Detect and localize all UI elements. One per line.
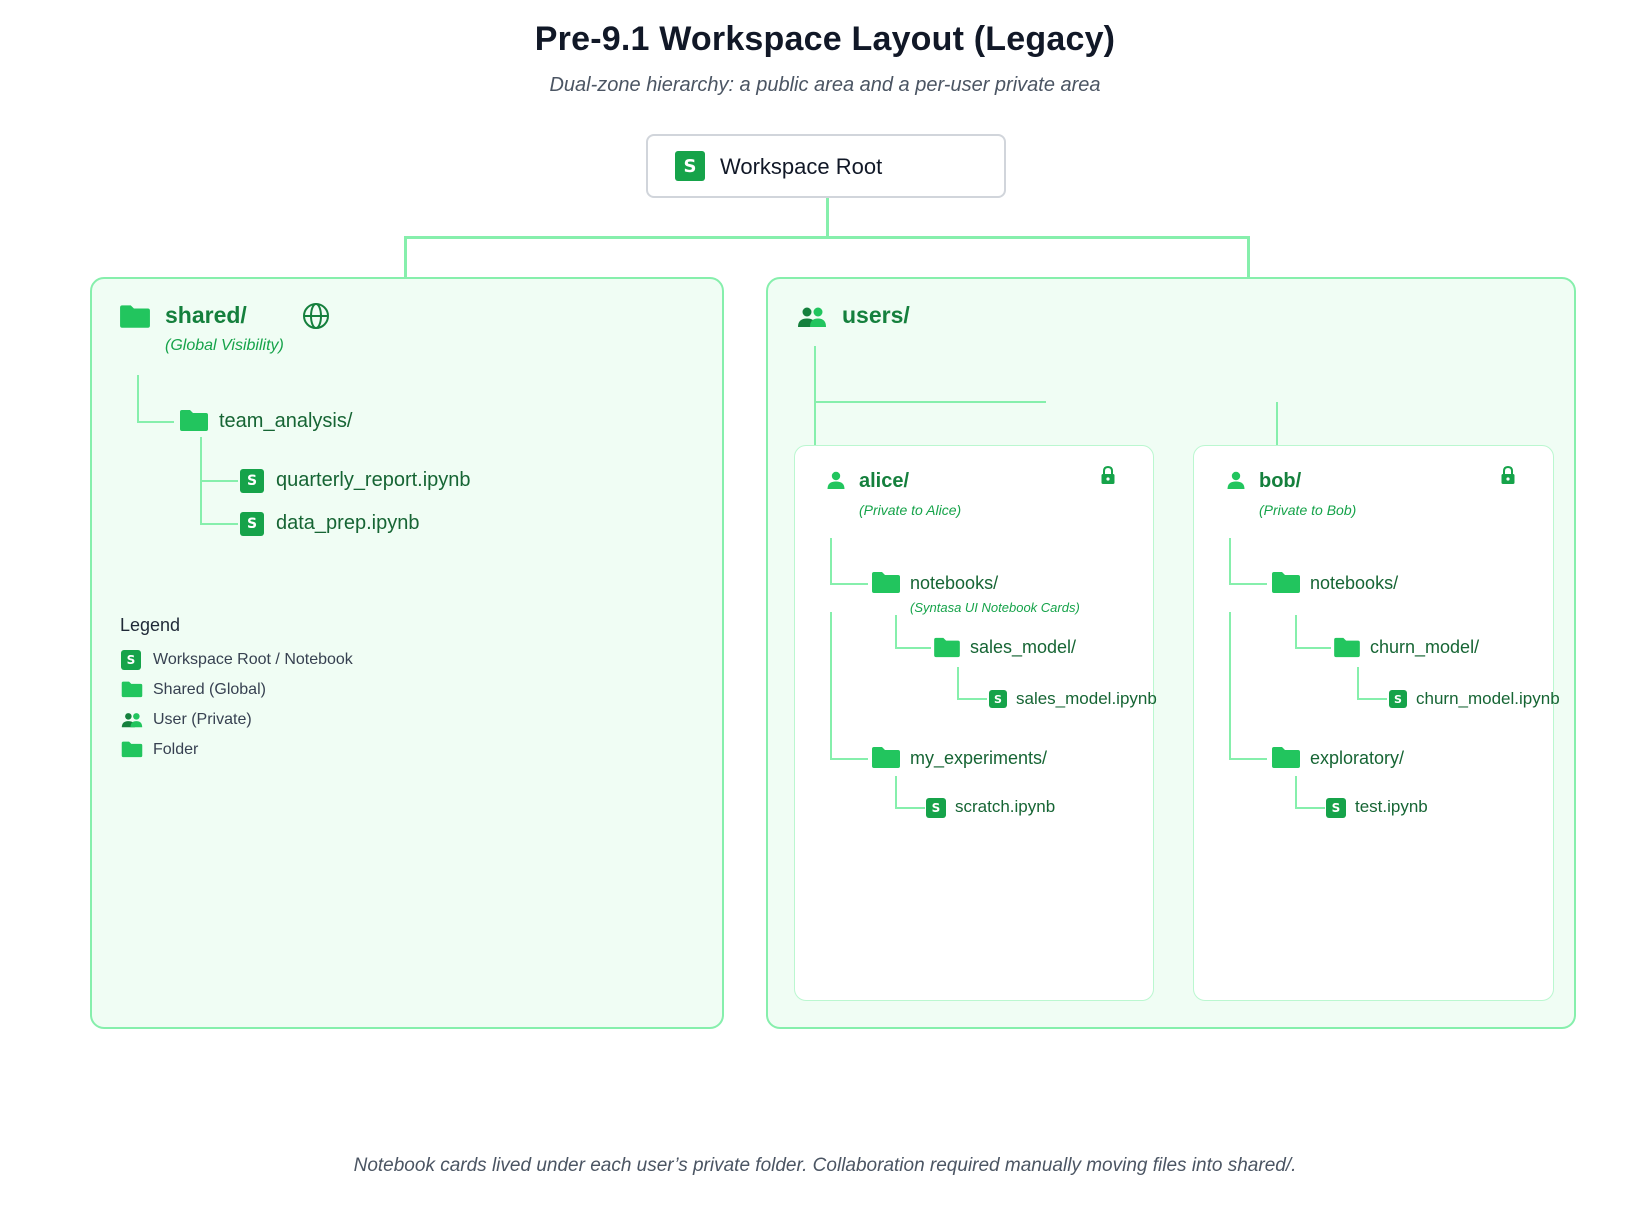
syntasa-s-icon: S: [1389, 690, 1407, 708]
person-icon: [1226, 470, 1246, 490]
connector-line: [1229, 612, 1231, 760]
users-icon: [797, 306, 827, 328]
connector-line: [830, 758, 868, 760]
notebook-file-label: test.ipynb: [1355, 797, 1428, 816]
bob-folder-label: bob/: [1259, 470, 1302, 492]
syntasa-s-icon: S: [926, 798, 946, 818]
folder-icon: [871, 570, 901, 594]
notebooks-folder-label: notebooks/: [910, 573, 999, 593]
connector-line: [895, 776, 897, 809]
connector-line: [957, 667, 959, 700]
connector-line: [137, 421, 174, 423]
notebook-file-label: quarterly_report.ipynb: [276, 469, 471, 491]
bob-panel: [1193, 445, 1554, 1001]
connector-line: [200, 480, 238, 482]
folder-icon: [1333, 636, 1361, 658]
lock-icon: [1500, 465, 1516, 485]
legend-item-label: Shared (Global): [153, 681, 266, 698]
connector-line: [1295, 807, 1325, 809]
person-icon: [826, 470, 846, 490]
connector-line: [957, 698, 987, 700]
legend-item-label: Folder: [153, 741, 199, 758]
diagram-subtitle: Dual-zone hierarchy: a public area and a…: [549, 74, 1101, 96]
notebook-file-label: churn_model.ipynb: [1416, 689, 1560, 708]
connector-line: [1229, 583, 1267, 585]
notebook-file-label: sales_model.ipynb: [1016, 689, 1157, 708]
connector-line: [137, 375, 139, 423]
folder-icon: [179, 408, 209, 432]
legend-item-label: Workspace Root / Notebook: [153, 651, 353, 668]
syntasa-s-icon: S: [989, 690, 1007, 708]
connector-line: [814, 346, 816, 446]
connector-line: [1295, 647, 1331, 649]
workspace-root-label: Workspace Root: [720, 154, 883, 179]
connector-line: [404, 236, 1250, 239]
legend-title: Legend: [120, 615, 181, 635]
alice-folder-label: alice/: [859, 470, 910, 492]
connector-line: [1247, 236, 1250, 278]
connector-line: [830, 612, 832, 760]
connector-line: [1357, 667, 1359, 700]
notebook-file-label: scratch.ipynb: [955, 797, 1056, 816]
folder-icon: [121, 740, 143, 758]
connector-line: [404, 236, 407, 278]
model-folder-label: sales_model/: [970, 637, 1077, 657]
connector-line: [830, 538, 832, 585]
connector-line: [895, 615, 897, 649]
connector-line: [895, 647, 931, 649]
syntasa-s-icon: S: [240, 512, 264, 536]
bob-privacy-note: (Private to Bob): [1259, 502, 1357, 518]
connector-line: [830, 583, 868, 585]
experiments-folder-label: my_experiments/: [910, 748, 1048, 768]
workspace-root-node: S Workspace Root: [646, 134, 1006, 198]
users-folder-label: users/: [842, 302, 910, 328]
folder-icon: [933, 636, 961, 658]
folder-icon: [1271, 570, 1301, 594]
legend-item-label: User (Private): [153, 711, 252, 728]
notebook-file-label: data_prep.ipynb: [276, 512, 420, 534]
globe-icon: [302, 302, 330, 330]
syntasa-s-icon: S: [121, 650, 141, 670]
connector-line: [814, 401, 1046, 403]
connector-line: [1295, 615, 1297, 649]
lock-icon: [1100, 465, 1116, 485]
connector-line: [1229, 758, 1267, 760]
folder-icon: [119, 303, 151, 329]
diagram-footnote: Notebook cards lived under each user’s p…: [353, 1155, 1297, 1176]
exploratory-folder-label: exploratory/: [1310, 748, 1405, 768]
alice-panel: [794, 445, 1154, 1001]
connector-line: [1357, 698, 1387, 700]
connector-line: [826, 198, 829, 236]
folder-icon: [1271, 745, 1301, 769]
model-folder-label: churn_model/: [1370, 637, 1480, 657]
folder-icon: [871, 745, 901, 769]
shared-visibility-note: (Global Visibility): [165, 337, 284, 354]
folder-icon: [121, 680, 143, 698]
connector-line: [1295, 776, 1297, 809]
users-icon: [121, 712, 143, 728]
connector-line: [200, 523, 238, 525]
team-analysis-folder-label: team_analysis/: [219, 410, 353, 432]
shared-folder-label: shared/: [165, 302, 247, 328]
connector-line: [1276, 402, 1278, 446]
notebooks-folder-label: notebooks/: [1310, 573, 1399, 593]
notebooks-note: (Syntasa UI Notebook Cards): [910, 600, 1080, 615]
connector-line: [895, 807, 925, 809]
connector-line: [1229, 538, 1231, 585]
syntasa-s-icon: S: [1326, 798, 1346, 818]
diagram-title: Pre-9.1 Workspace Layout (Legacy): [534, 20, 1116, 58]
syntasa-s-icon: S: [675, 151, 705, 181]
alice-privacy-note: (Private to Alice): [859, 502, 962, 518]
syntasa-s-icon: S: [240, 469, 264, 493]
